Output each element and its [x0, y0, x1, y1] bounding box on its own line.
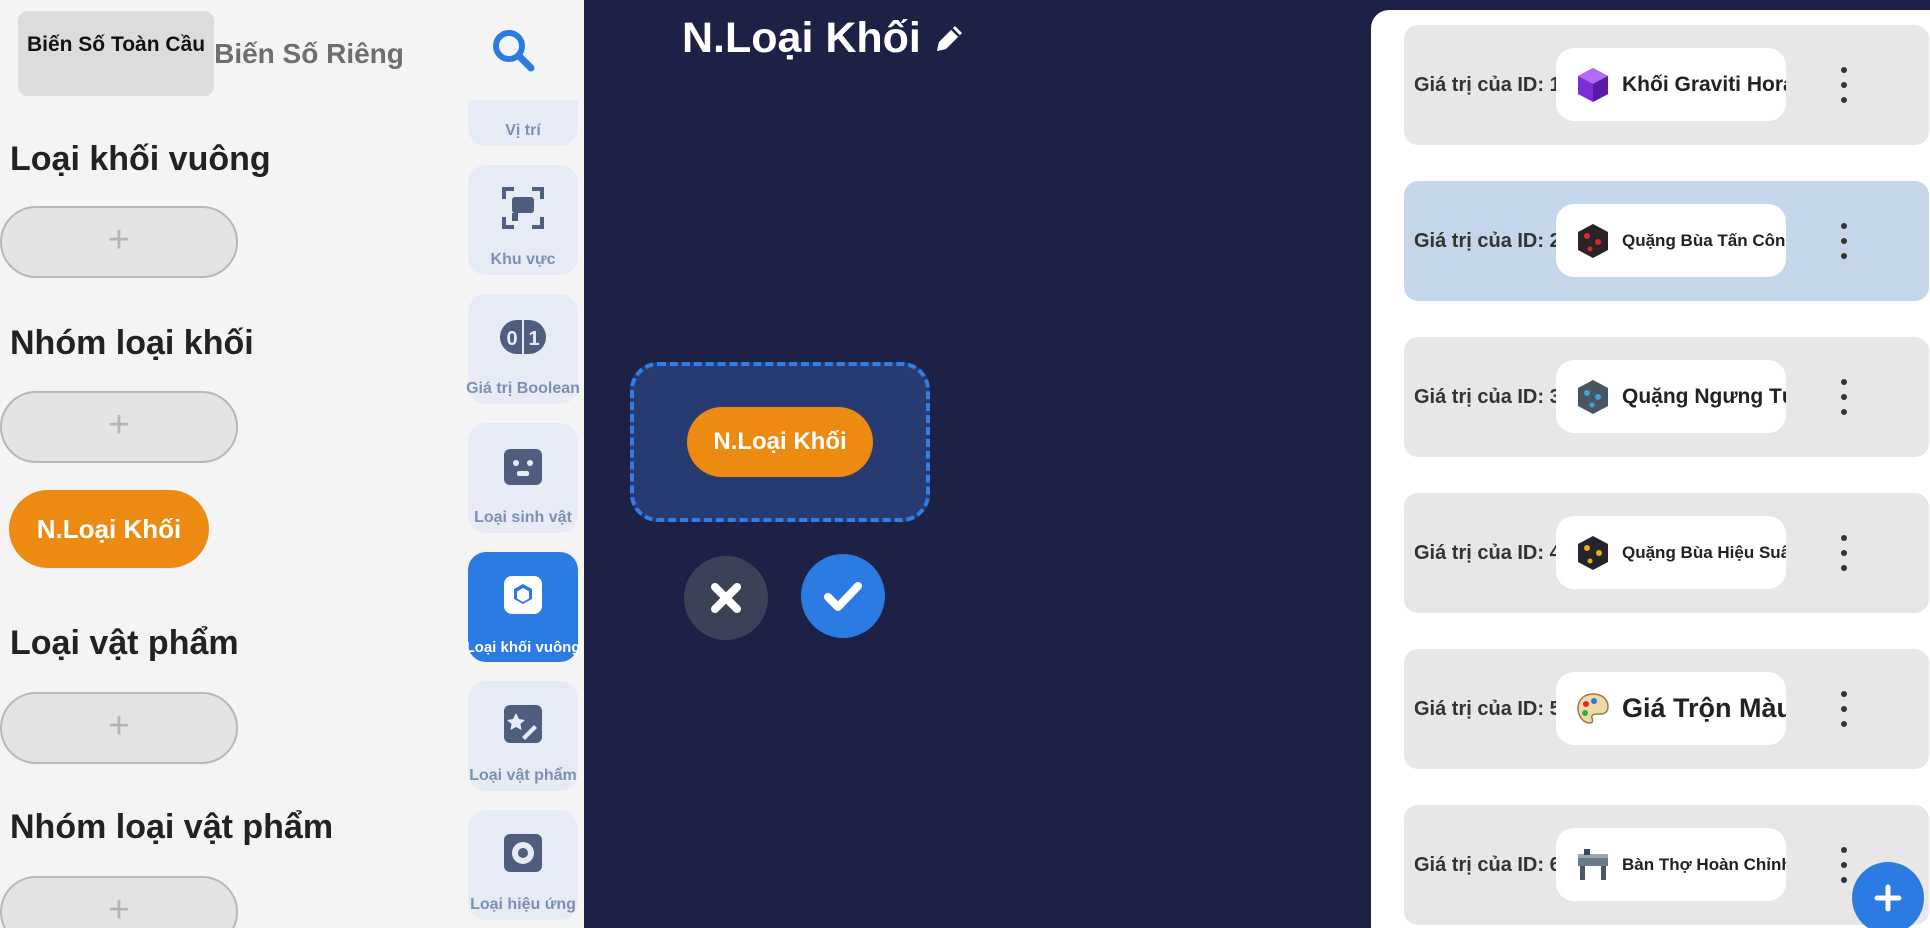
svg-text:0: 0: [506, 328, 517, 350]
close-icon: [711, 583, 741, 613]
variable-pill-block-type[interactable]: N.Loại Khối: [9, 490, 209, 568]
more-vertical-icon[interactable]: [1834, 535, 1854, 571]
effect-icon: [504, 834, 542, 872]
row-id-label: Giá trị của ID: 3: [1414, 385, 1561, 408]
creature-icon: [504, 449, 542, 485]
add-block-type-variable-button[interactable]: +: [0, 206, 238, 278]
rail-item-label: Khu vực: [490, 251, 556, 268]
value-row[interactable]: Giá trị của ID: 2 Quặng Bùa Tấn Công: [1404, 181, 1929, 301]
value-row[interactable]: Giá trị của ID: 6 Bàn Thợ Hoàn Chỉnh: [1404, 805, 1929, 925]
row-id-label: Giá trị của ID: 4: [1414, 541, 1561, 564]
add-item-group-variable-button[interactable]: +: [0, 876, 238, 928]
more-vertical-icon[interactable]: [1834, 223, 1854, 259]
rail-item-label: Loại sinh vật: [474, 509, 572, 526]
value-name: Quặng Bùa Tấn Công: [1622, 230, 1786, 250]
purple-crystal-block-icon: [1578, 67, 1608, 102]
rail-item-effect-type[interactable]: Loại hiệu ứng: [468, 810, 578, 920]
row-id-label: Giá trị của ID: 1: [1414, 73, 1561, 96]
workspace: N.Loại Khối N.Loại Khối: [584, 0, 1371, 928]
variable-scope-tabs: Biến Số Toàn Cầu Biến Số Riêng: [18, 11, 404, 96]
section-title-item-group: Nhóm loại vật phẩm: [10, 808, 334, 846]
value-chip[interactable]: Quặng Bùa Tấn Công: [1556, 204, 1786, 277]
value-list-panel: Giá trị của ID: 1 Khối Graviti Horas Giá…: [1371, 10, 1930, 928]
row-id-label: Giá trị của ID: 5: [1414, 697, 1561, 720]
rail-item-item-type[interactable]: Loại vật phẩm: [468, 681, 578, 791]
red-ore-icon: [1578, 223, 1608, 258]
value-name: Bàn Thợ Hoàn Chỉnh: [1622, 854, 1786, 874]
value-chip[interactable]: Khối Graviti Horas: [1556, 48, 1786, 121]
block-icon: [504, 576, 542, 614]
section-title-item-type: Loại vật phẩm: [10, 624, 239, 662]
value-name: Khối Graviti Horas: [1622, 72, 1786, 96]
variable-title-text: N.Loại Khối: [682, 14, 921, 62]
confirm-button[interactable]: [801, 554, 885, 638]
section-title-block-group: Nhóm loại khối: [10, 324, 254, 362]
workbench-icon: [1578, 848, 1608, 880]
value-chip[interactable]: Quặng Bùa Hiệu Suất: [1556, 516, 1786, 589]
add-item-type-variable-button[interactable]: +: [0, 692, 238, 764]
more-vertical-icon[interactable]: [1834, 67, 1854, 103]
search-button[interactable]: [442, 0, 584, 100]
value-chip[interactable]: Giá Trộn Màu: [1556, 672, 1786, 745]
value-name: Quặng Bùa Hiệu Suất: [1622, 542, 1786, 562]
rail-item-label: Loại hiệu ứng: [470, 896, 576, 913]
pencil-icon[interactable]: [931, 21, 967, 57]
gold-ore-icon: [1578, 535, 1608, 570]
tab-global-variables[interactable]: Biến Số Toàn Cầu: [18, 11, 214, 96]
svg-text:1: 1: [528, 328, 539, 350]
row-id-label: Giá trị của ID: 6: [1414, 853, 1561, 876]
search-icon: [493, 30, 535, 72]
item-icon: [504, 705, 542, 743]
value-row[interactable]: Giá trị của ID: 3 Quặng Ngưng Tụ: [1404, 337, 1929, 457]
add-value-button[interactable]: [1852, 862, 1924, 928]
rail-item-label: Vị trí: [505, 122, 541, 139]
value-row[interactable]: Giá trị của ID: 4 Quặng Bùa Hiệu Suất: [1404, 493, 1929, 613]
rail-item-creature[interactable]: Loại sinh vật: [468, 423, 578, 533]
value-name: Quặng Ngưng Tụ: [1622, 384, 1786, 408]
row-id-label: Giá trị của ID: 2: [1414, 229, 1561, 252]
value-chip[interactable]: Bàn Thợ Hoàn Chỉnh: [1556, 828, 1786, 901]
blue-ore-icon: [1578, 379, 1608, 414]
tab-local-variables[interactable]: Biến Số Riêng: [214, 11, 404, 96]
value-row[interactable]: Giá trị của ID: 5 Giá Trộn Màu: [1404, 649, 1929, 769]
value-name: Giá Trộn Màu: [1622, 693, 1786, 723]
more-vertical-icon[interactable]: [1834, 691, 1854, 727]
boolean-icon: 0 1: [500, 320, 546, 354]
area-icon: [502, 187, 544, 229]
variable-block[interactable]: N.Loại Khối: [687, 407, 873, 477]
category-rail: Vị trí Khu vực 0 1 Giá trị Boolean Loại …: [442, 0, 584, 928]
add-block-group-variable-button[interactable]: +: [0, 391, 238, 463]
palette-icon: [1577, 692, 1609, 724]
rail-item-boolean[interactable]: 0 1 Giá trị Boolean: [466, 294, 580, 404]
value-row[interactable]: Giá trị của ID: 1 Khối Graviti Horas: [1404, 25, 1929, 145]
more-vertical-icon[interactable]: [1834, 379, 1854, 415]
variable-title: N.Loại Khối: [682, 14, 967, 63]
rail-item-block-type[interactable]: Loại khối vuông: [465, 552, 581, 662]
rail-item-area[interactable]: Khu vực: [468, 165, 578, 275]
more-vertical-icon[interactable]: [1834, 847, 1854, 883]
plus-icon: [1874, 884, 1902, 912]
check-icon: [824, 582, 862, 611]
rail-item-label: Giá trị Boolean: [466, 380, 580, 397]
variables-panel: Biến Số Toàn Cầu Biến Số Riêng Loại khối…: [0, 0, 442, 928]
rail-item-label: Loại vật phẩm: [469, 767, 577, 784]
rail-item-label: Loại khối vuông: [465, 639, 581, 656]
cancel-button[interactable]: [684, 556, 768, 640]
value-chip[interactable]: Quặng Ngưng Tụ: [1556, 360, 1786, 433]
section-title-block-type: Loại khối vuông: [10, 140, 271, 178]
